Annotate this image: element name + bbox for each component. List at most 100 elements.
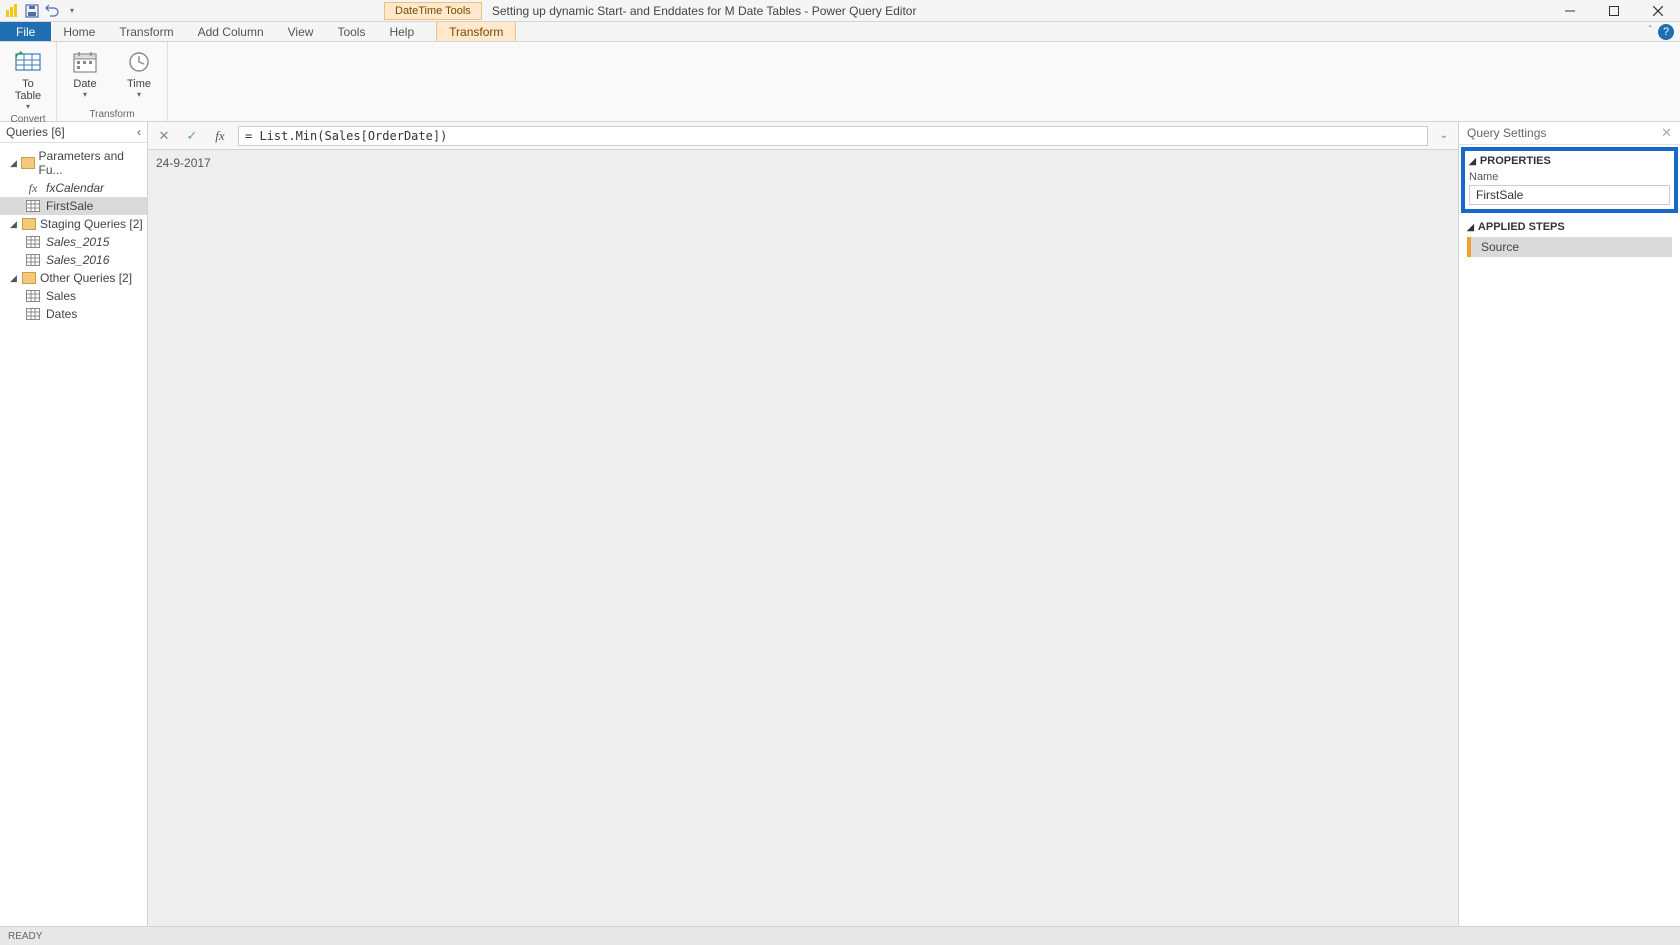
ribbon-tabs: File Home Transform Add Column View Tool… [0,22,1680,42]
settings-title: Query Settings [1467,126,1546,140]
ribbon-group-transform: Date ▾ Time ▾ Transform [57,42,168,121]
query-label: fxCalendar [46,181,104,195]
date-button[interactable]: Date ▾ [61,46,109,101]
function-icon: fx [26,182,40,194]
tab-home[interactable]: Home [51,22,107,41]
contextual-tool-label: DateTime Tools [384,2,482,20]
formula-bar: ✕ ✓ fx ⌄ [148,122,1458,150]
tab-tools[interactable]: Tools [325,22,377,41]
maximize-button[interactable] [1592,0,1636,22]
cancel-formula-icon[interactable]: ✕ [154,126,174,146]
applied-steps-title[interactable]: ◢ APPLIED STEPS [1467,221,1672,233]
properties-section: ◢ PROPERTIES Name [1461,147,1678,213]
applied-steps-section: ◢ APPLIED STEPS Source [1459,215,1680,263]
formula-expand-icon[interactable]: ⌄ [1436,130,1452,141]
minimize-button[interactable] [1548,0,1592,22]
caret-icon: ◢ [1467,222,1474,233]
properties-title[interactable]: ◢ PROPERTIES [1469,155,1670,167]
date-label: Date [73,78,96,90]
group-label: Parameters and Fu... [39,149,143,177]
help-icon[interactable]: ? [1658,24,1674,40]
quick-access-toolbar: ▾ [0,3,84,19]
tab-context-transform[interactable]: Transform [436,22,516,41]
caret-icon: ◢ [10,158,17,169]
qat-dropdown-icon[interactable]: ▾ [64,3,80,19]
table-icon [26,290,40,302]
window-controls [1548,0,1680,22]
content-area: ✕ ✓ fx ⌄ 24-9-2017 [148,122,1458,926]
undo-icon[interactable] [44,3,60,19]
query-sales-2015[interactable]: Sales_2015 [0,233,147,251]
query-fxcalendar[interactable]: fx fxCalendar [0,179,147,197]
dropdown-icon: ▾ [26,102,30,111]
save-icon[interactable] [24,3,40,19]
tab-file[interactable]: File [0,22,51,41]
queries-title: Queries [6] [6,125,65,139]
time-label: Time [127,78,151,90]
query-sales[interactable]: Sales [0,287,147,305]
close-settings-icon[interactable]: ✕ [1661,125,1672,141]
to-table-label: To Table [15,78,41,102]
window-title: Setting up dynamic Start- and Enddates f… [482,4,1548,18]
to-table-button[interactable]: To Table ▾ [4,46,52,113]
caret-icon: ◢ [10,219,18,230]
folder-icon [22,218,36,230]
caret-icon: ◢ [1469,156,1476,167]
tab-help[interactable]: Help [377,22,426,41]
table-icon [26,200,40,212]
query-label: Dates [46,307,77,321]
query-name-input[interactable] [1469,185,1670,205]
table-icon [26,308,40,320]
query-settings-panel: Query Settings ✕ ◢ PROPERTIES Name ◢ APP… [1458,122,1680,926]
ribbon: To Table ▾ Convert Date ▾ Time ▾ Trans [0,42,1680,122]
tab-transform[interactable]: Transform [107,22,185,41]
query-label: Sales_2015 [46,235,109,249]
settings-header: Query Settings ✕ [1459,122,1680,145]
app-icon [4,3,20,19]
table-icon [14,48,42,76]
fx-icon[interactable]: fx [210,126,230,146]
query-label: FirstSale [46,199,93,213]
group-parameters-functions[interactable]: ◢ Parameters and Fu... [0,147,147,179]
dropdown-icon: ▾ [83,90,87,99]
status-bar: READY [0,926,1680,945]
status-text: READY [8,931,42,942]
clock-icon [125,48,153,76]
title-bar: ▾ DateTime Tools Setting up dynamic Star… [0,0,1680,22]
group-label-transform: Transform [89,108,134,121]
step-source[interactable]: Source [1467,237,1672,257]
name-label: Name [1469,171,1670,183]
tab-add-column[interactable]: Add Column [186,22,276,41]
time-button[interactable]: Time ▾ [115,46,163,101]
group-label: Staging Queries [2] [40,217,143,231]
queries-panel: Queries [6] ‹ ◢ Parameters and Fu... fx … [0,122,148,926]
folder-icon [21,157,34,169]
table-icon [26,236,40,248]
table-icon [26,254,40,266]
query-dates[interactable]: Dates [0,305,147,323]
group-staging-queries[interactable]: ◢ Staging Queries [2] [0,215,147,233]
caret-icon: ◢ [10,273,18,284]
ribbon-group-convert: To Table ▾ Convert [0,42,57,121]
query-sales-2016[interactable]: Sales_2016 [0,251,147,269]
query-label: Sales [46,289,76,303]
close-button[interactable] [1636,0,1680,22]
steps-list: Source [1467,237,1672,257]
query-firstsale[interactable]: FirstSale [0,197,147,215]
query-label: Sales_2016 [46,253,109,267]
main-area: Queries [6] ‹ ◢ Parameters and Fu... fx … [0,122,1680,926]
ribbon-collapse-icon[interactable]: ˆ [1649,25,1652,36]
queries-tree: ◢ Parameters and Fu... fx fxCalendar Fir… [0,143,147,327]
calendar-icon [71,48,99,76]
dropdown-icon: ▾ [137,90,141,99]
commit-formula-icon[interactable]: ✓ [182,126,202,146]
collapse-queries-icon[interactable]: ‹ [137,125,141,139]
queries-header: Queries [6] ‹ [0,122,147,143]
result-value: 24-9-2017 [156,156,211,170]
result-area: 24-9-2017 [148,150,1458,926]
group-other-queries[interactable]: ◢ Other Queries [2] [0,269,147,287]
formula-input[interactable] [238,126,1428,146]
folder-icon [22,272,36,284]
group-label: Other Queries [2] [40,271,132,285]
tab-view[interactable]: View [276,22,326,41]
